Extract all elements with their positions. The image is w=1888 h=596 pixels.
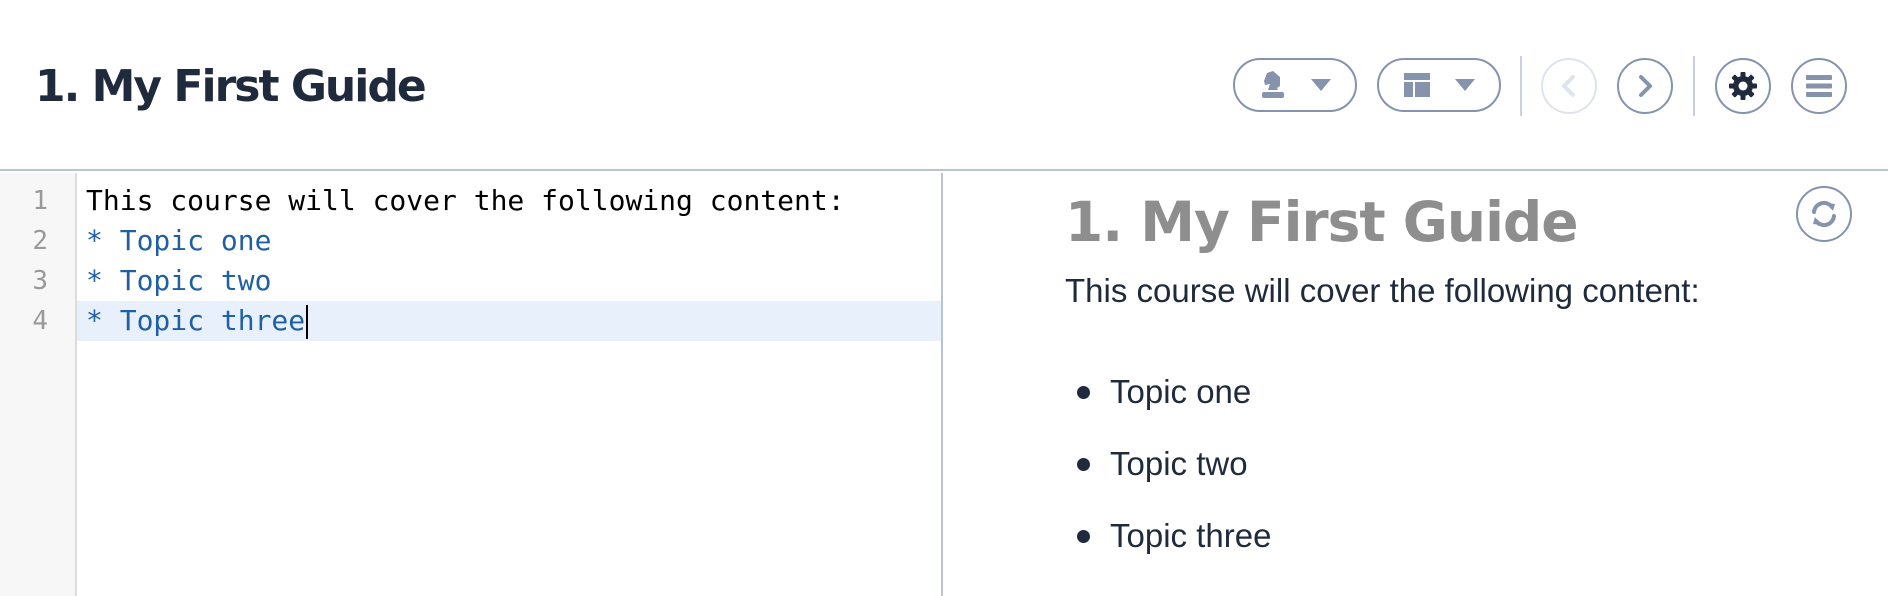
bullet-icon [1077, 529, 1090, 543]
gear-icon [1729, 72, 1757, 100]
code-text: * Topic one [86, 224, 272, 257]
list-item-text: Topic two [1110, 445, 1248, 482]
preview-title: 1. My First Guide [1065, 190, 1579, 254]
chevron-right-icon [1639, 75, 1652, 97]
code-line[interactable]: * Topic two [77, 261, 941, 301]
preview-pane: 1. My First Guide This course will cover… [945, 173, 1888, 596]
menu-button[interactable] [1791, 58, 1847, 114]
layout-icon [1404, 73, 1430, 97]
code-line[interactable]: * Topic one [77, 221, 941, 261]
header-bar: 1. My First Guide [0, 0, 1888, 171]
code-line[interactable]: This course will cover the following con… [77, 181, 941, 221]
previous-button[interactable] [1541, 58, 1597, 114]
caret-down-icon [1311, 79, 1331, 91]
layout-menu-button[interactable] [1377, 58, 1501, 112]
style-menu-button[interactable] [1233, 58, 1357, 112]
bullet-icon [1077, 457, 1090, 471]
line-number: 3 [32, 266, 48, 296]
list-item: Topic one [1065, 370, 1251, 414]
next-button[interactable] [1617, 58, 1673, 114]
code-line-active[interactable]: * Topic three [77, 301, 941, 341]
line-number: 2 [32, 226, 48, 256]
code-text: * Topic three [86, 304, 306, 337]
toolbar-divider [1520, 56, 1522, 116]
caret-down-icon [1455, 79, 1475, 91]
hamburger-icon [1806, 75, 1832, 97]
chess-knight-icon [1262, 71, 1284, 98]
settings-button[interactable] [1715, 58, 1771, 114]
line-number: 4 [32, 306, 48, 336]
code-text: This course will cover the following con… [86, 184, 845, 217]
chevron-left-icon [1562, 75, 1575, 97]
list-item-text: Topic one [1110, 373, 1252, 410]
markdown-editor[interactable]: 1 2 3 4 This course will cover the follo… [0, 173, 943, 596]
list-item: Topic three [1065, 514, 1271, 558]
line-number: 1 [32, 186, 48, 216]
code-text: * Topic two [86, 264, 272, 297]
list-item-text: Topic three [1110, 517, 1272, 554]
page-title: 1. My First Guide [35, 61, 427, 112]
list-item: Topic two [1065, 442, 1248, 486]
preview-intro: This course will cover the following con… [1065, 272, 1700, 309]
text-cursor [306, 305, 309, 339]
refresh-icon [1812, 200, 1836, 228]
toolbar-divider [1693, 56, 1695, 116]
refresh-preview-button[interactable] [1796, 186, 1852, 242]
bullet-icon [1077, 385, 1090, 399]
